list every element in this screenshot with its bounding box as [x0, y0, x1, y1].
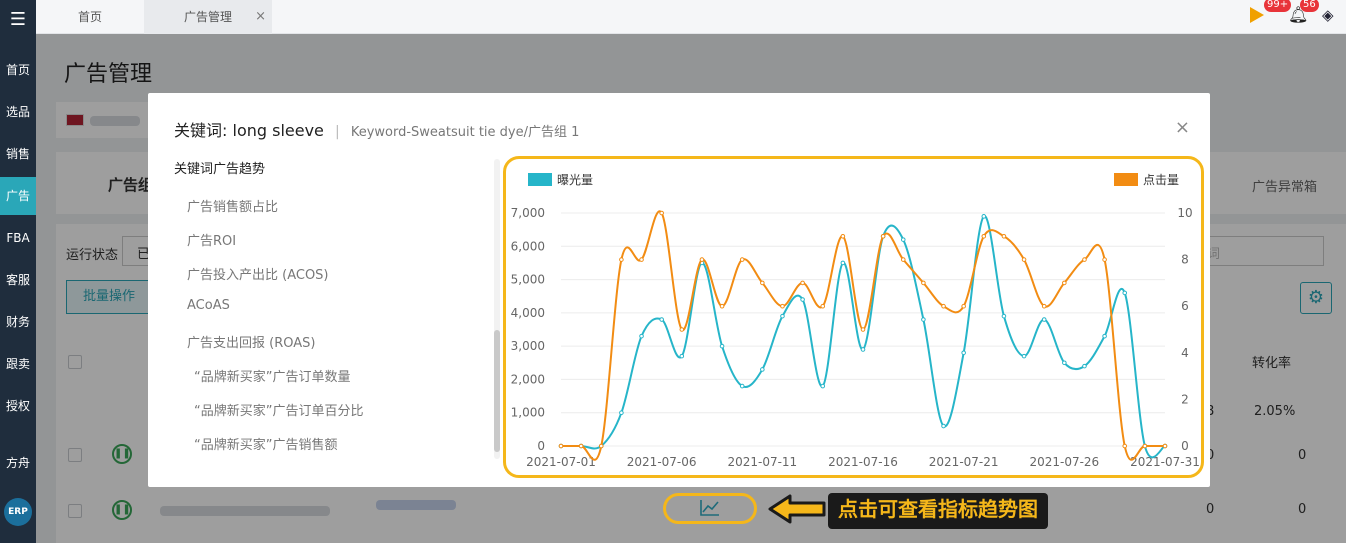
metric-item[interactable]: “品牌新买家”广告订单百分比 [194, 400, 363, 419]
metric-scrollbar[interactable] [494, 330, 500, 452]
title-separator: | [335, 124, 340, 140]
metric-item[interactable]: 广告支出回报 (ROAS) [187, 332, 315, 351]
bell-badge: 56 [1300, 0, 1319, 12]
sidebar-item-finance[interactable]: 财务 [0, 303, 36, 341]
sidebar-item-ads[interactable]: 广告 [0, 177, 36, 215]
metric-item[interactable]: ACoAS [187, 298, 230, 313]
tab-home[interactable]: 首页 [36, 0, 144, 34]
sidebar: ☰ 首页 选品 销售 广告 FBA 客服 财务 跟卖 授权 方舟 ERP [0, 0, 36, 543]
flag-icon[interactable] [1250, 7, 1264, 23]
sidebar-item-service[interactable]: 客服 [0, 261, 36, 299]
trend-line-icon [700, 500, 719, 516]
metric-header[interactable]: 关键词广告趋势 [174, 158, 265, 177]
chart-highlight-frame [503, 156, 1204, 478]
sidebar-item-follow-sell[interactable]: 跟卖 [0, 345, 36, 383]
metric-item[interactable]: “品牌新买家”广告订单数量 [194, 366, 350, 385]
metric-item[interactable]: “品牌新买家”广告销售额 [194, 434, 337, 453]
tab-ad-management-label: 广告管理 [183, 10, 232, 24]
modal-subtitle: Keyword-Sweatsuit tie dye/广告组 1 [350, 125, 580, 140]
sidebar-item-fba[interactable]: FBA [0, 219, 36, 257]
keyword-trend-modal: 关键词: long sleeve | Keyword-Sweatsuit tie… [148, 93, 1210, 487]
arrow-left-icon [768, 494, 826, 524]
sidebar-item-ark[interactable]: 方舟 [0, 444, 36, 482]
user-avatar-icon[interactable]: ◈ [1322, 6, 1334, 24]
trend-chart-icon[interactable] [663, 493, 757, 524]
tab-ad-management[interactable]: 广告管理 × [144, 0, 272, 34]
close-icon[interactable]: × [1175, 117, 1190, 138]
callout-text: 点击可查看指标趋势图 [828, 493, 1048, 529]
sidebar-item-auth[interactable]: 授权 [0, 387, 36, 425]
erp-button[interactable]: ERP [4, 498, 32, 526]
metric-item[interactable]: 广告ROI [187, 230, 236, 249]
sidebar-item-home[interactable]: 首页 [0, 51, 36, 89]
modal-title: 关键词: long sleeve | Keyword-Sweatsuit tie… [174, 117, 579, 141]
close-icon[interactable]: × [255, 0, 266, 34]
tab-bar: 首页 广告管理 × 99+ 🔔︎ 56 ◈ [36, 0, 1346, 34]
app-logo-icon[interactable]: ☰ [4, 6, 32, 34]
modal-keyword: long sleeve [232, 121, 324, 140]
sidebar-item-selection[interactable]: 选品 [0, 93, 36, 131]
sidebar-item-sales[interactable]: 销售 [0, 135, 36, 173]
metric-item[interactable]: 广告销售额占比 [187, 196, 278, 215]
modal-title-prefix: 关键词: [174, 121, 228, 140]
metric-item[interactable]: 广告投入产出比 (ACOS) [187, 264, 329, 283]
